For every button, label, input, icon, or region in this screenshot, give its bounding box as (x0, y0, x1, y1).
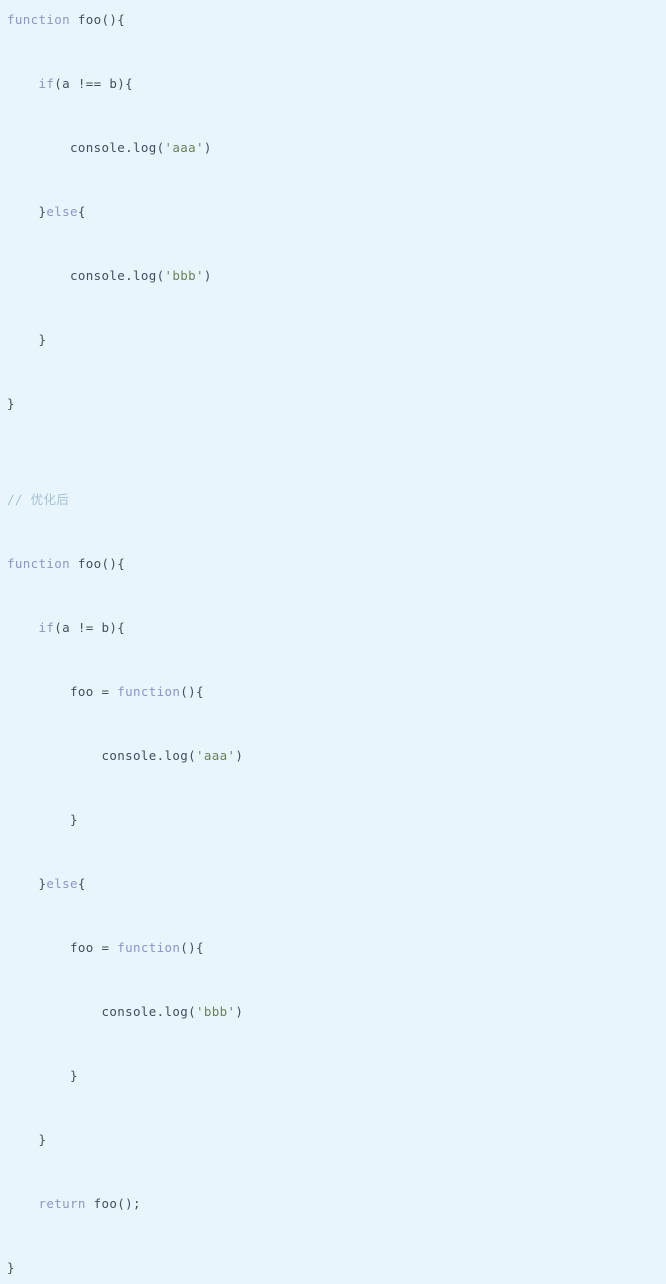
code-line: } (0, 388, 666, 420)
code-token-plain: { (77, 204, 86, 219)
code-token-plain: } (38, 1132, 47, 1147)
code-block[interactable]: function foo(){ if(a !== b){ console.log… (0, 0, 666, 1275)
code-token-keyword: function (7, 12, 78, 27)
code-token-keyword: else (46, 876, 78, 891)
code-token-keyword: function (117, 684, 181, 699)
code-line: } (0, 804, 666, 836)
code-line: if(a != b){ (0, 612, 666, 644)
code-token-plain: ) (203, 268, 212, 283)
code-line: console.log('aaa') (0, 132, 666, 164)
code-token-plain: ) (203, 140, 212, 155)
code-token-keyword: if (38, 76, 55, 91)
code-token-plain: ) (235, 1004, 244, 1019)
code-token-plain: } (70, 812, 78, 827)
code-line: } (0, 1060, 666, 1092)
code-token-plain: } (38, 876, 47, 891)
code-line: console.log('aaa') (0, 740, 666, 772)
code-line: // 优化后 (0, 484, 666, 516)
code-token-string: 'aaa' (196, 748, 236, 763)
code-line: if(a !== b){ (0, 68, 666, 100)
code-token-string: 'aaa' (164, 140, 204, 155)
code-token-plain: (){ (180, 940, 204, 955)
code-token-plain: } (7, 396, 15, 411)
code-token-plain: foo = (70, 684, 118, 699)
code-token-plain: ) (235, 748, 244, 763)
code-token-keyword: else (46, 204, 78, 219)
code-token-comment: // (7, 492, 31, 507)
code-token-plain: { (77, 876, 86, 891)
code-line: foo = function(){ (0, 932, 666, 964)
code-line: function foo(){ (0, 548, 666, 580)
code-line: console.log('bbb') (0, 260, 666, 292)
code-token-plain: foo = (70, 940, 118, 955)
code-token-keyword: if (38, 620, 55, 635)
code-token-plain: foo(){ (77, 12, 126, 27)
code-token-plain: foo(){ (77, 556, 126, 571)
code-line: function foo(){ (0, 4, 666, 36)
code-token-plain: console.log( (101, 1004, 197, 1019)
code-token-keyword: function (117, 940, 181, 955)
code-line: console.log('bbb') (0, 996, 666, 1028)
code-token-plain: console.log( (101, 748, 197, 763)
code-token-string: 'bbb' (196, 1004, 236, 1019)
code-token-plain: (a != b){ (54, 620, 126, 635)
code-line: foo = function(){ (0, 676, 666, 708)
code-token-plain: } (38, 332, 47, 347)
code-token-keyword: function (7, 556, 78, 571)
code-token-plain: (a !== b){ (54, 76, 134, 91)
code-line: } (0, 324, 666, 356)
code-token-keyword: return (38, 1196, 94, 1211)
code-line: } (0, 1124, 666, 1156)
code-line: }else{ (0, 196, 666, 228)
code-token-plain: } (7, 1260, 15, 1275)
code-line: return foo(); (0, 1188, 666, 1220)
code-token-plain: (){ (180, 684, 204, 699)
code-token-plain: console.log( (70, 140, 165, 155)
code-token-plain: } (70, 1068, 78, 1083)
code-token-string: 'bbb' (164, 268, 204, 283)
code-line: }else{ (0, 868, 666, 900)
code-line: } (0, 1252, 666, 1284)
code-token-comment-cn: 优化后 (30, 492, 70, 507)
code-token-plain: foo(); (93, 1196, 141, 1211)
code-token-plain: console.log( (70, 268, 165, 283)
